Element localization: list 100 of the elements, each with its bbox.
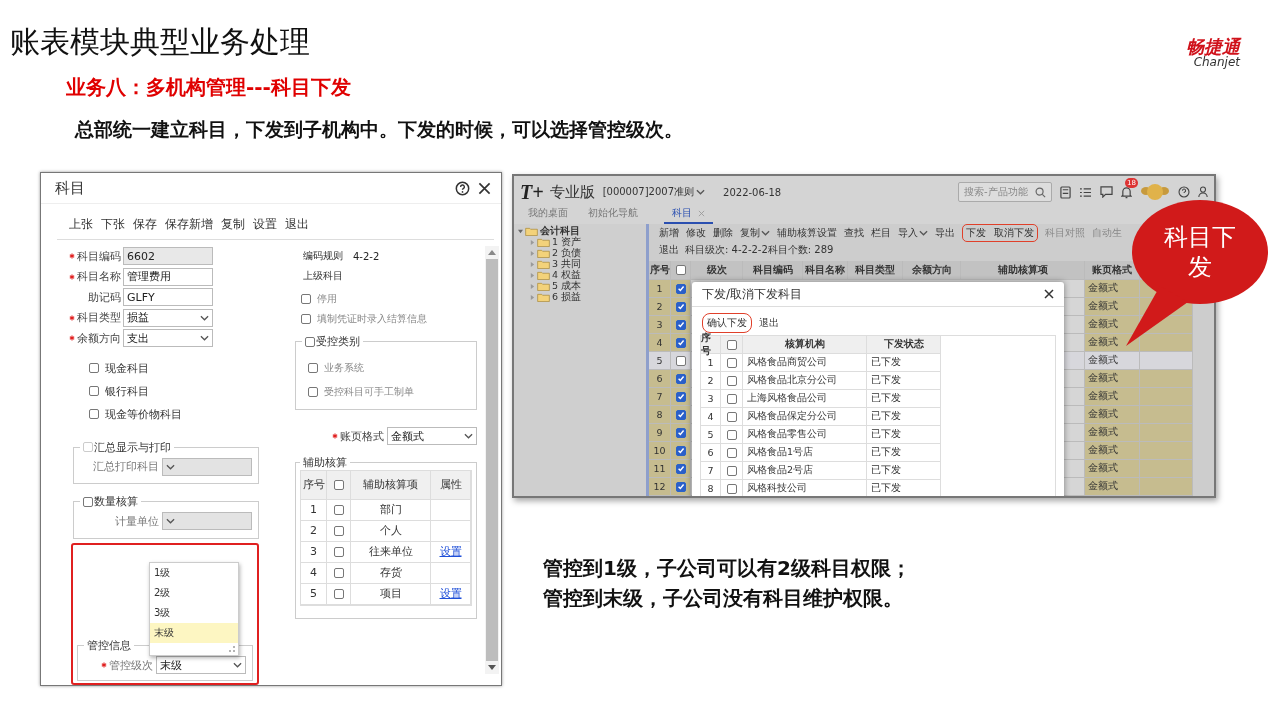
dropdown-option[interactable]: 3级 — [150, 602, 238, 623]
folder-icon — [537, 238, 550, 247]
checkbox[interactable] — [675, 463, 686, 474]
checkbox[interactable] — [333, 525, 344, 536]
toolbar-button[interactable]: 删除 — [713, 226, 733, 241]
close-icon[interactable] — [478, 181, 491, 195]
settings-link[interactable]: 设置 — [439, 544, 462, 559]
checkbox[interactable] — [333, 588, 344, 599]
checkbox[interactable] — [333, 567, 344, 578]
checkbox[interactable] — [305, 336, 315, 347]
input-field[interactable]: 6602 — [123, 247, 213, 265]
checkbox[interactable] — [726, 339, 737, 350]
checkbox[interactable] — [89, 386, 99, 396]
checkbox[interactable] — [726, 411, 737, 422]
toolbar-button[interactable]: 复制 — [740, 226, 770, 241]
checkbox[interactable] — [675, 427, 686, 438]
toolbar-button[interactable]: 保存 — [133, 216, 157, 233]
checkbox[interactable] — [675, 283, 686, 294]
dropdown-option[interactable]: 1级 — [150, 562, 238, 583]
exit-button[interactable]: 退出 — [659, 242, 679, 257]
close-icon[interactable] — [1044, 289, 1054, 299]
toolbar-button[interactable]: 导入 — [898, 226, 928, 241]
help-icon[interactable] — [455, 180, 470, 196]
toolbar-button[interactable]: 退出 — [754, 313, 784, 333]
tree-item[interactable]: 3 共同 — [552, 258, 582, 271]
group-title: 受控类别 — [316, 334, 360, 349]
checkbox[interactable] — [726, 483, 737, 494]
checkbox[interactable] — [726, 465, 737, 476]
scroll-up-icon[interactable] — [488, 250, 496, 255]
chat-icon[interactable] — [1100, 186, 1113, 198]
checkbox[interactable] — [333, 504, 344, 515]
checkbox[interactable] — [675, 355, 686, 366]
input-field[interactable]: 管理费用 — [123, 267, 213, 286]
checkbox[interactable] — [89, 409, 99, 419]
input-field[interactable]: GLFY — [123, 288, 213, 306]
tree-item[interactable]: 1 资产 — [552, 236, 582, 249]
tree-item[interactable]: 5 成本 — [552, 280, 582, 293]
scroll-down-icon[interactable] — [488, 665, 496, 670]
checkbox[interactable] — [675, 481, 686, 492]
group-title: 辅助核算 — [303, 454, 347, 470]
checkbox[interactable] — [333, 479, 344, 490]
tree-item[interactable]: 会计科目 — [540, 225, 580, 238]
toolbar-button[interactable]: 保存新增 — [165, 216, 213, 233]
select-field[interactable]: 损益 — [123, 308, 213, 327]
checkbox[interactable] — [675, 301, 686, 312]
user-icon[interactable] — [1198, 186, 1208, 198]
select-field[interactable]: 金额式 — [387, 427, 477, 445]
checkbox[interactable] — [675, 391, 686, 402]
checkbox[interactable] — [675, 337, 686, 348]
checkbox[interactable] — [726, 357, 737, 368]
checkbox[interactable] — [726, 393, 737, 404]
select-field[interactable] — [162, 512, 252, 530]
toolbar-button[interactable]: 下张 — [101, 216, 125, 233]
checkbox[interactable] — [675, 319, 686, 330]
dropdown-option[interactable]: 2级 — [150, 582, 238, 603]
checkbox[interactable] — [675, 265, 686, 275]
toolbar-button[interactable]: 导出 — [935, 226, 955, 241]
toolbar-button[interactable]: 上张 — [69, 216, 93, 233]
dropdown-option[interactable]: 末级 — [150, 622, 238, 643]
help-icon[interactable] — [1178, 186, 1190, 198]
checkbox[interactable] — [675, 409, 686, 420]
checkbox[interactable] — [675, 445, 686, 456]
table-cell — [1140, 370, 1193, 388]
scroll-thumb[interactable] — [486, 259, 498, 661]
expand-icon[interactable] — [518, 229, 523, 234]
toolbar-button[interactable]: 复制 — [221, 216, 245, 233]
field-label: 管控级次 — [109, 657, 153, 673]
scrollbar[interactable] — [485, 246, 499, 674]
checkbox[interactable] — [726, 375, 737, 386]
toolbar-button[interactable]: 新增 — [659, 226, 679, 241]
checkbox[interactable] — [675, 373, 686, 384]
tree-item[interactable]: 6 损益 — [552, 291, 582, 304]
checkbox[interactable] — [726, 429, 737, 440]
calculator-icon[interactable] — [1060, 185, 1071, 199]
table-cell: 3 — [701, 390, 721, 408]
toolbar-button[interactable]: 辅助核算设置 — [777, 226, 837, 241]
toolbar-button[interactable]: 下发 — [966, 226, 986, 241]
toolbar-button[interactable]: 退出 — [285, 216, 309, 233]
toolbar-button[interactable]: 修改 — [686, 226, 706, 241]
checkbox[interactable] — [83, 496, 93, 507]
column-header: 账页格式 — [1085, 261, 1140, 280]
toolbar-button[interactable]: 取消下发 — [994, 226, 1034, 241]
checkbox[interactable] — [333, 546, 344, 557]
checkbox[interactable] — [89, 363, 99, 373]
checkbox[interactable] — [726, 447, 737, 458]
toolbar-button[interactable]: 确认下发 — [702, 313, 752, 333]
tree-item[interactable]: 4 权益 — [552, 269, 582, 282]
list-icon[interactable] — [1079, 186, 1092, 198]
toolbar-button[interactable]: 栏目 — [871, 226, 891, 241]
table-cell: 2 — [301, 520, 327, 542]
toolbar-button[interactable]: 查找 — [844, 226, 864, 241]
toolbar-button[interactable]: 设置 — [253, 216, 277, 233]
select-field[interactable]: 末级 — [156, 656, 246, 674]
settings-link[interactable]: 设置 — [439, 586, 462, 601]
select-field[interactable] — [162, 457, 252, 476]
table-cell: 存货 — [351, 562, 431, 584]
select-field[interactable]: 支出 — [123, 329, 213, 347]
account-set-selector[interactable]: [000007]2007准则 — [602, 185, 706, 199]
tree-item[interactable]: 2 负债 — [552, 247, 582, 260]
bell-icon[interactable] — [1121, 185, 1132, 199]
